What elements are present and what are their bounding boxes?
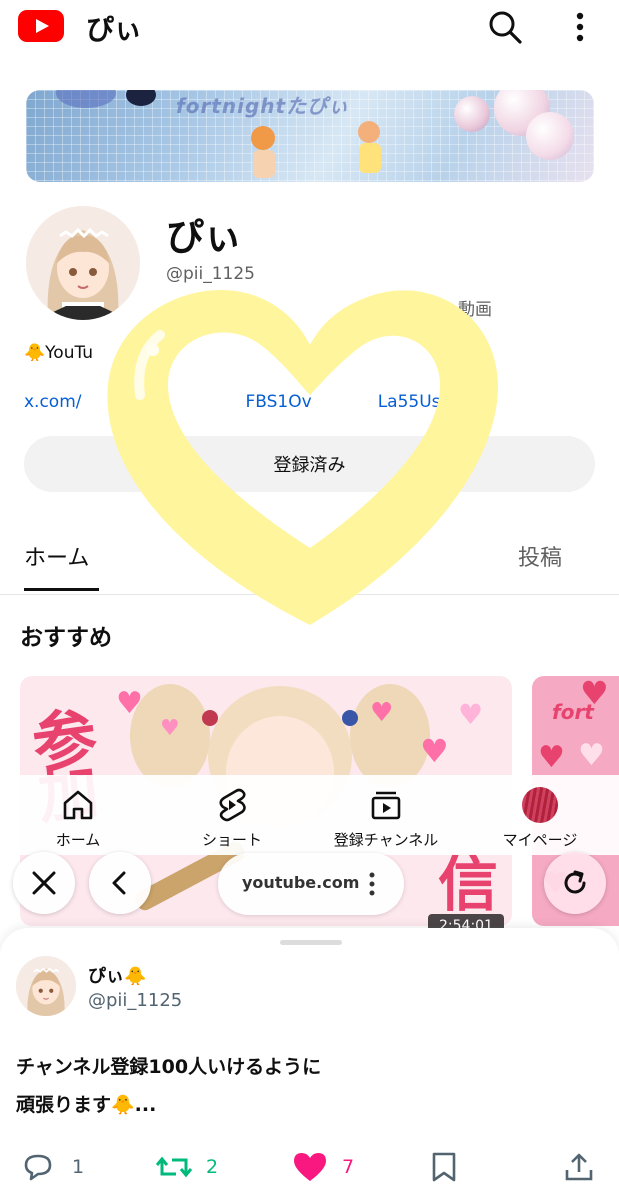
channel-banner: fortnightたぴぃ xyxy=(26,90,594,182)
section-title: おすすめ xyxy=(20,625,112,651)
reload-button[interactable] xyxy=(544,852,606,914)
like-count: 7 xyxy=(342,1156,355,1178)
channel-description[interactable]: 🐥YouTu xyxy=(24,343,93,363)
tab-home[interactable]: ホーム xyxy=(24,540,89,572)
retweet-button[interactable]: 2 xyxy=(156,1152,226,1182)
nav-subscriptions-label: 登録チャンネル xyxy=(333,831,439,849)
share-icon xyxy=(565,1153,593,1181)
home-icon xyxy=(63,790,93,820)
retweet-icon xyxy=(156,1156,192,1178)
retweet-count: 2 xyxy=(206,1156,219,1178)
subscribed-button-label: 登録済み xyxy=(273,455,346,476)
back-button[interactable] xyxy=(89,852,151,914)
url-text: youtube.com xyxy=(242,873,360,892)
tweet-text[interactable]: 頑張ります🐥... xyxy=(16,1090,156,1117)
youtube-logo-icon[interactable] xyxy=(18,10,64,42)
tweet-author-handle: @pii_1125 xyxy=(88,990,183,1011)
reload-icon xyxy=(564,870,586,894)
channel-handle: @pii_1125 xyxy=(166,264,256,284)
sheet-grabber[interactable] xyxy=(280,940,342,945)
shorts-icon xyxy=(219,788,246,822)
tab-posts[interactable]: 投稿 xyxy=(518,540,562,572)
chevron-left-icon xyxy=(112,871,126,895)
subscriptions-icon xyxy=(371,791,401,820)
bookmark-icon xyxy=(432,1152,456,1182)
app-header: ぴぃ xyxy=(0,0,619,56)
active-tab-indicator xyxy=(24,588,99,591)
channel-link-part: FBS1Ov xyxy=(245,392,312,412)
nav-home-label: ホーム xyxy=(55,831,101,849)
address-bar[interactable]: youtube.com xyxy=(218,853,404,915)
tweet-author-name: ぴぃ🐥 xyxy=(88,966,147,987)
channel-name: ぴぃ xyxy=(166,215,243,259)
search-icon[interactable] xyxy=(486,8,524,46)
tab-divider xyxy=(0,594,619,595)
channel-link-part: La55Usa xyxy=(377,392,451,412)
share-button[interactable] xyxy=(564,1152,594,1182)
tweet-sheet: ぴぃ🐥 @pii_1125 チャンネル登録100人いけるように 頑張ります🐥..… xyxy=(0,928,619,1199)
close-button[interactable] xyxy=(13,852,75,914)
bottom-navigation: ホーム ショート 登録チャンネル マイページ xyxy=(0,775,619,855)
heart-icon xyxy=(294,1153,326,1181)
reply-button[interactable]: 1 xyxy=(22,1152,92,1182)
nav-shorts[interactable]: ショート xyxy=(157,787,307,850)
nav-mypage-label: マイページ xyxy=(502,831,578,849)
reply-icon xyxy=(24,1154,52,1181)
avatar[interactable] xyxy=(16,956,76,1016)
more-vert-icon[interactable] xyxy=(368,871,376,897)
close-icon xyxy=(32,871,56,895)
more-vert-icon[interactable] xyxy=(568,10,592,44)
channel-link-part: x.com/ xyxy=(24,392,82,412)
like-button[interactable]: 7 xyxy=(292,1152,362,1182)
nav-shorts-label: ショート xyxy=(201,831,262,849)
channel-stats: 動画 xyxy=(458,300,492,320)
bookmark-button[interactable] xyxy=(430,1152,460,1182)
channel-avatar[interactable] xyxy=(26,206,140,320)
channel-link[interactable]: x.com/FBS1Ov La55Usa xyxy=(24,392,451,412)
reply-count: 1 xyxy=(72,1156,85,1178)
avatar xyxy=(522,787,558,823)
nav-home[interactable]: ホーム xyxy=(3,787,153,850)
tweet-text: チャンネル登録100人いけるように xyxy=(16,1056,322,1078)
banner-characters xyxy=(251,121,381,178)
nav-subscriptions[interactable]: 登録チャンネル xyxy=(311,787,461,850)
page-title: ぴぃ xyxy=(86,13,143,46)
nav-mypage[interactable]: マイページ xyxy=(465,787,615,850)
